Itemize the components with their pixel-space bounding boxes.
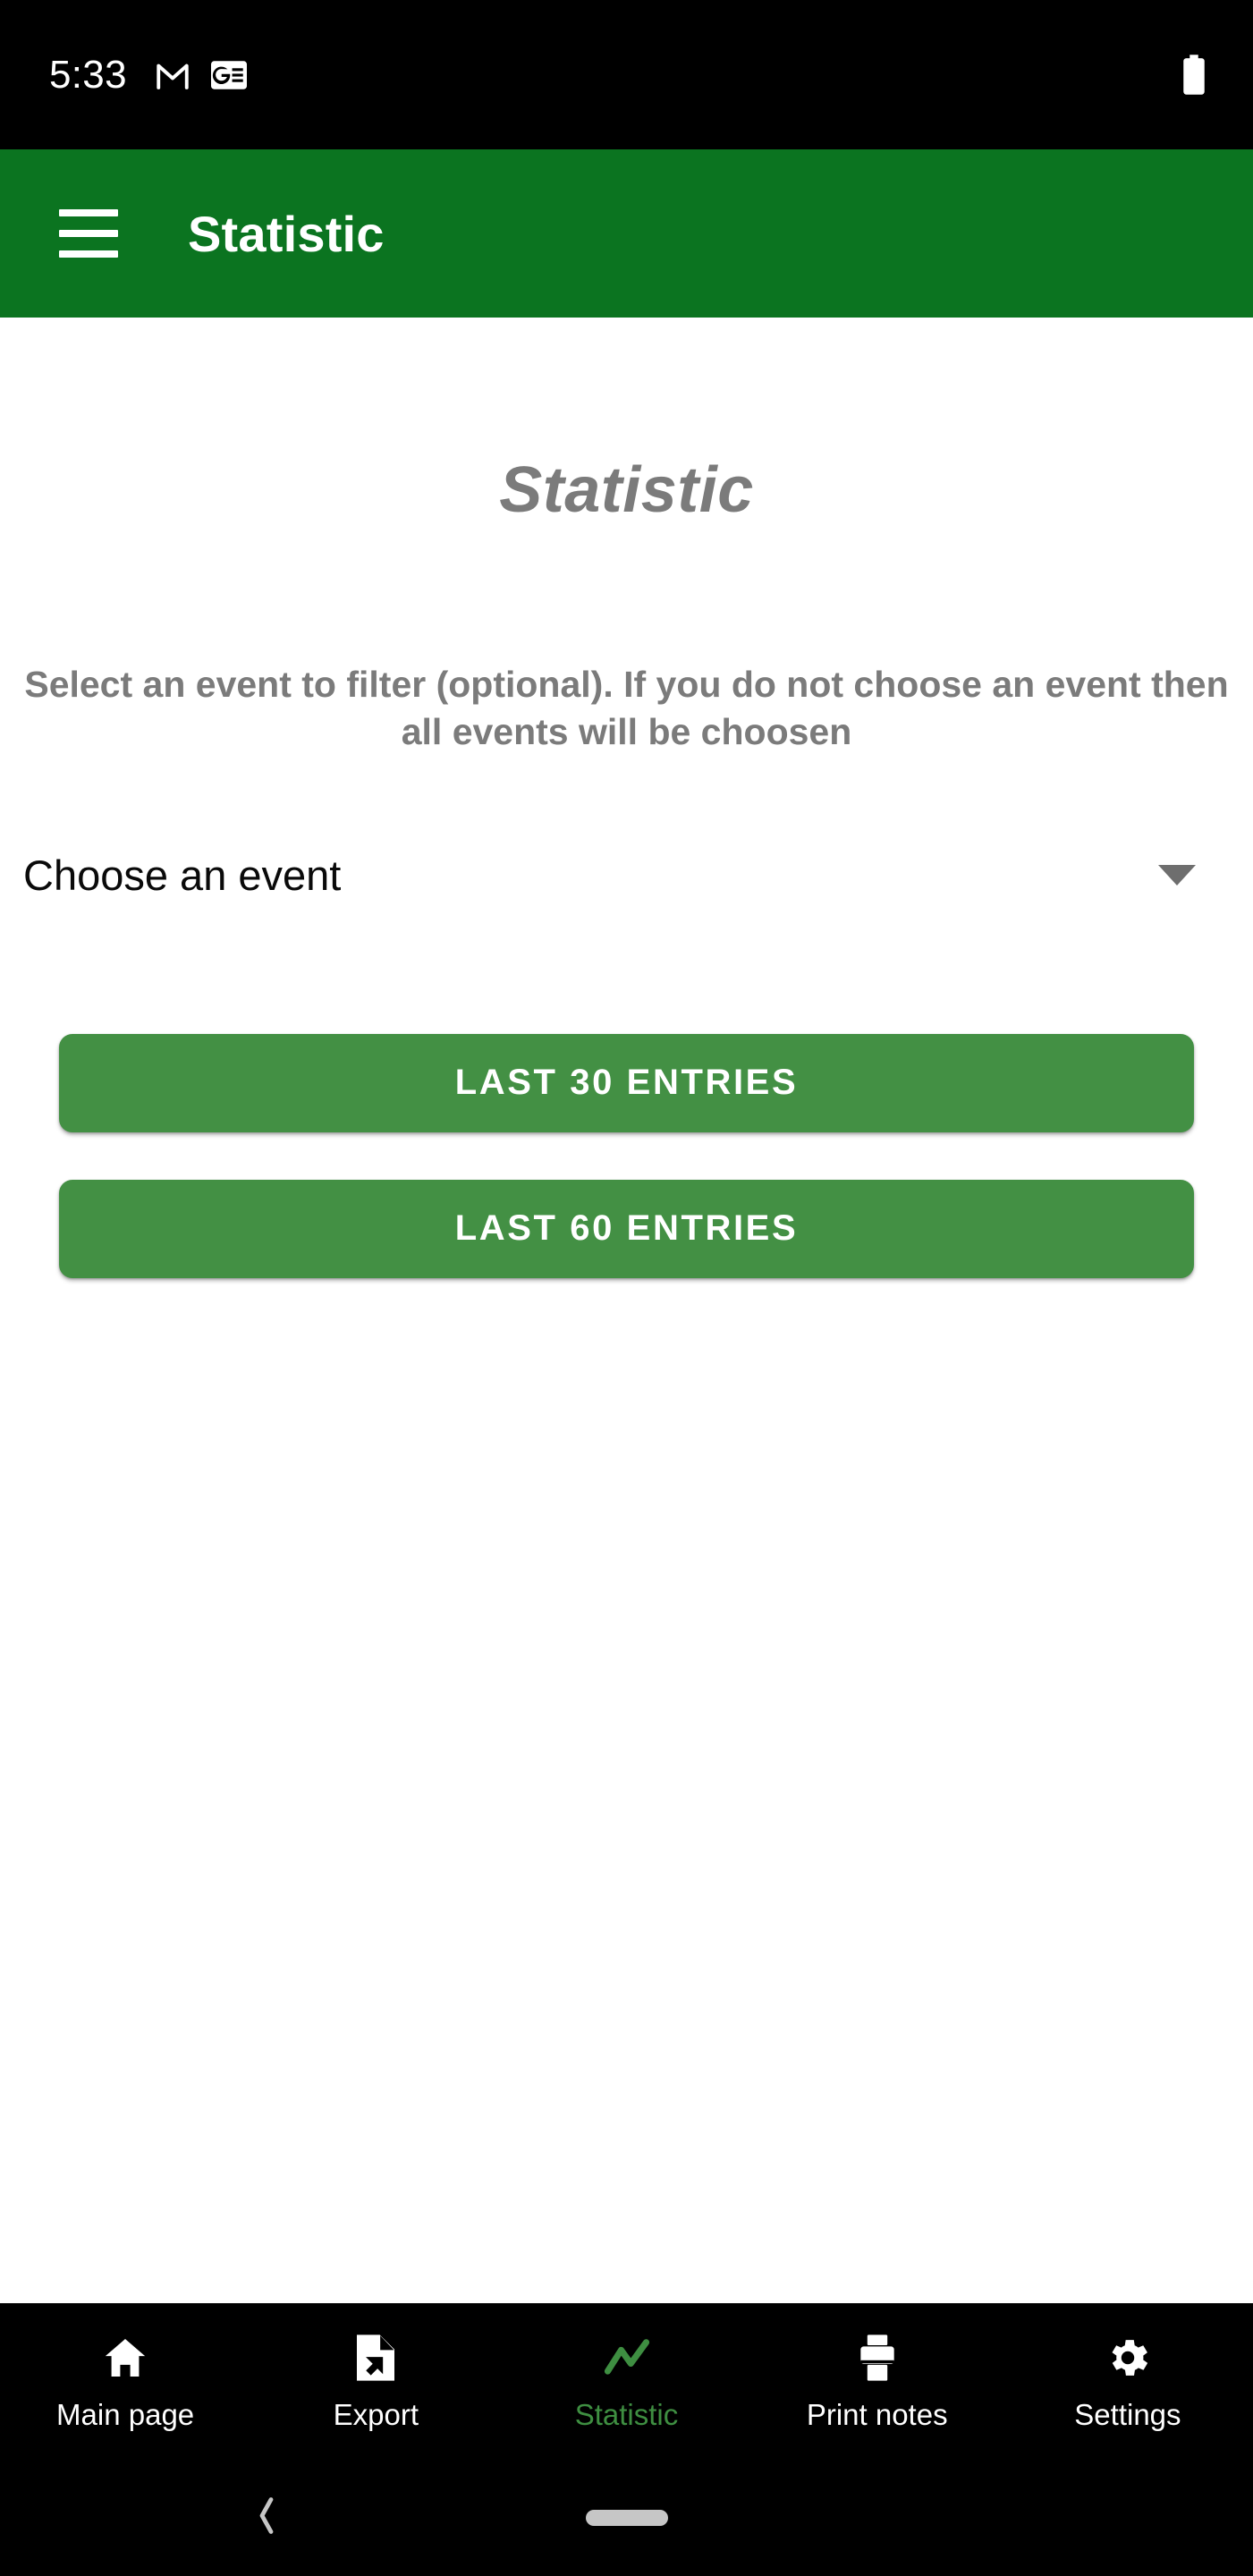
event-select-value: Choose an event: [23, 852, 342, 900]
google-news-icon: [210, 60, 247, 90]
home-icon: [100, 2332, 150, 2384]
trend-line-icon: [602, 2332, 652, 2384]
nav-item-export[interactable]: Export: [250, 2332, 501, 2432]
back-chevron-icon[interactable]: [255, 2496, 278, 2540]
event-select-dropdown[interactable]: Choose an event: [0, 843, 1253, 909]
printer-icon: [854, 2332, 901, 2384]
page-title: Statistic: [499, 454, 754, 526]
filter-hint-text: Select an event to filter (optional). If…: [24, 664, 1229, 753]
nav-label-print-notes: Print notes: [806, 2397, 948, 2431]
nav-item-statistic[interactable]: Statistic: [501, 2332, 751, 2432]
nav-label-export: Export: [333, 2397, 419, 2431]
nav-item-print-notes[interactable]: Print notes: [752, 2332, 1003, 2432]
battery-icon: [1181, 54, 1206, 96]
file-export-icon: [352, 2332, 399, 2384]
app-bar: Statistic: [0, 149, 1253, 318]
nav-item-settings[interactable]: Settings: [1003, 2332, 1253, 2432]
bottom-navigation-bar: Main page Export Statistic Print notes S…: [0, 2303, 1253, 2460]
status-bar: 5:33: [0, 0, 1253, 149]
hamburger-menu-icon[interactable]: [59, 209, 118, 258]
status-bar-clock: 5:33: [49, 52, 127, 97]
system-navigation-bar: [0, 2460, 1253, 2576]
home-pill-indicator[interactable]: [585, 2510, 668, 2526]
entries-button-group: LAST 30 ENTRIES LAST 60 ENTRIES: [0, 1033, 1253, 1278]
nav-label-main-page: Main page: [56, 2397, 195, 2431]
gear-icon: [1103, 2332, 1153, 2384]
status-bar-notification-icons: [154, 56, 247, 94]
main-content: Statistic Select an event to filter (opt…: [0, 318, 1253, 2303]
last-60-entries-button[interactable]: LAST 60 ENTRIES: [59, 1179, 1194, 1278]
nav-label-statistic: Statistic: [574, 2397, 679, 2431]
gmail-icon: [154, 56, 191, 94]
nav-label-settings: Settings: [1074, 2397, 1181, 2431]
nav-item-main-page[interactable]: Main page: [0, 2332, 250, 2432]
last-30-entries-button[interactable]: LAST 30 ENTRIES: [59, 1033, 1194, 1132]
app-screen: 5:33 Statistic Statistic Select an event…: [0, 0, 1253, 2576]
app-bar-title: Statistic: [188, 205, 385, 262]
chevron-down-icon: [1158, 865, 1196, 886]
